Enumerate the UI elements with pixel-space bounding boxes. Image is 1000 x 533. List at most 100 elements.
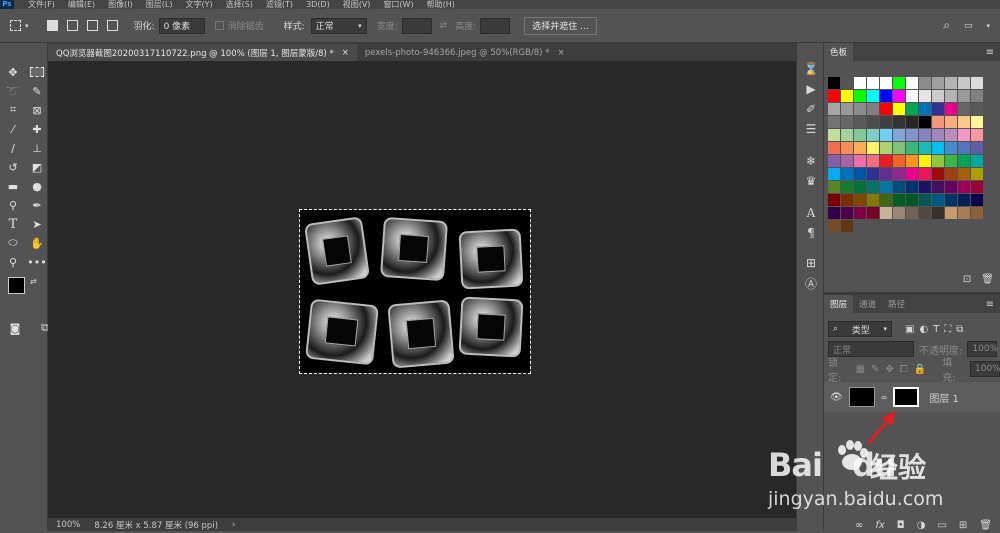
color-swatch[interactable]: [906, 155, 918, 167]
menu-item[interactable]: 选择(S): [226, 0, 253, 9]
color-swatch[interactable]: [932, 103, 944, 115]
eye-icon[interactable]: 👁: [830, 392, 843, 403]
color-swatch[interactable]: [945, 194, 957, 206]
menu-item[interactable]: 视图(V): [343, 0, 371, 9]
trash-icon[interactable]: 🗑: [981, 274, 994, 285]
color-swatch[interactable]: [841, 194, 853, 206]
quick-mask-icon[interactable]: ◙: [4, 319, 26, 337]
color-swatch[interactable]: [854, 103, 866, 115]
filter-type-icon[interactable]: T: [933, 324, 939, 335]
color-swatch[interactable]: [919, 142, 931, 154]
tab-channels[interactable]: 通道: [853, 295, 882, 313]
color-swatch[interactable]: [932, 155, 944, 167]
properties-icon[interactable]: ⊞: [797, 253, 825, 273]
color-swatch[interactable]: [828, 103, 840, 115]
color-swatch[interactable]: [906, 116, 918, 128]
color-swatch[interactable]: [880, 155, 892, 167]
color-swatch[interactable]: [945, 90, 957, 102]
color-swatch[interactable]: [958, 194, 970, 206]
close-icon[interactable]: ×: [342, 48, 349, 58]
color-swatch[interactable]: [880, 142, 892, 154]
color-swatch[interactable]: [867, 194, 879, 206]
filter-adjustment-icon[interactable]: ◐: [919, 324, 928, 335]
color-swatch[interactable]: [971, 129, 983, 141]
color-swatch[interactable]: [880, 77, 892, 89]
color-swatch[interactable]: [867, 142, 879, 154]
document-canvas[interactable]: [299, 209, 531, 374]
color-swatch[interactable]: [828, 116, 840, 128]
height-input[interactable]: [480, 17, 511, 34]
antialias-checkbox[interactable]: [214, 21, 224, 30]
history-icon[interactable]: ⌛: [797, 59, 825, 79]
more-tools-icon[interactable]: •••: [26, 253, 48, 271]
color-swatch[interactable]: [841, 220, 853, 232]
blur-tool-icon[interactable]: ●: [26, 177, 48, 195]
color-swatch[interactable]: [945, 142, 957, 154]
color-swatch[interactable]: [971, 155, 983, 167]
status-menu-arrow[interactable]: ›: [232, 520, 235, 530]
tab-swatches[interactable]: 色板: [824, 43, 854, 61]
color-swatch[interactable]: [958, 168, 970, 180]
close-icon[interactable]: ×: [557, 48, 564, 58]
color-swatch[interactable]: [867, 129, 879, 141]
color-swatch[interactable]: [854, 142, 866, 154]
color-swatch[interactable]: [945, 181, 957, 193]
fill-input[interactable]: 100%: [970, 361, 1000, 377]
add-mask-icon[interactable]: ◘: [897, 520, 905, 531]
zoom-tool-icon[interactable]: ⚲: [2, 253, 24, 271]
path-select-tool-icon[interactable]: ➤: [26, 215, 48, 233]
frame-tool-icon[interactable]: ⊠: [26, 101, 48, 119]
brush-tool-icon[interactable]: ∕: [2, 139, 24, 157]
color-swatch[interactable]: [828, 129, 840, 141]
color-swatch[interactable]: [971, 194, 983, 206]
color-swatch[interactable]: [906, 168, 918, 180]
color-swatch[interactable]: [867, 168, 879, 180]
color-swatch[interactable]: [893, 155, 905, 167]
color-swatch[interactable]: [958, 77, 970, 89]
character-icon[interactable]: A: [797, 203, 825, 223]
color-swatch[interactable]: [893, 103, 905, 115]
color-swatch[interactable]: [958, 103, 970, 115]
menu-item[interactable]: 图像(I): [108, 0, 133, 9]
shape-tool-icon[interactable]: ⬭: [2, 234, 24, 252]
feather-input[interactable]: 0 像素: [158, 17, 205, 34]
color-swatch[interactable]: [893, 90, 905, 102]
menu-item[interactable]: 编辑(E): [68, 0, 95, 9]
menu-item[interactable]: 3D(D): [306, 0, 330, 9]
color-swatch[interactable]: [854, 90, 866, 102]
lock-artboard-icon[interactable]: ⧠: [900, 364, 908, 375]
layer-name[interactable]: 图层 1: [929, 390, 959, 405]
layer-thumbnail[interactable]: [848, 387, 875, 407]
rect-marquee-tool-icon[interactable]: [26, 63, 48, 81]
layer-row[interactable]: 👁 ∞ 图层 1: [824, 382, 1000, 412]
select-and-mask-button[interactable]: 选择并遮住 ...: [524, 16, 597, 35]
color-swatch[interactable]: [919, 116, 931, 128]
color-swatch[interactable]: [867, 155, 879, 167]
color-swatch[interactable]: [880, 168, 892, 180]
lock-transparency-icon[interactable]: ▦: [856, 364, 865, 375]
panel-menu-icon[interactable]: ≡: [980, 43, 1000, 61]
color-swatch[interactable]: [919, 168, 931, 180]
color-swatch[interactable]: [919, 129, 931, 141]
color-swatch[interactable]: [958, 90, 970, 102]
color-swatch[interactable]: [828, 207, 840, 219]
color-swatch[interactable]: [919, 194, 931, 206]
eyedropper-tool-icon[interactable]: ⁄: [2, 120, 24, 138]
clone-stamp-tool-icon[interactable]: ⊥: [26, 139, 48, 157]
color-swatch[interactable]: [893, 142, 905, 154]
color-swatch[interactable]: [854, 181, 866, 193]
color-swatch[interactable]: [971, 181, 983, 193]
color-swatch[interactable]: [906, 129, 918, 141]
new-layer-icon[interactable]: ⊞: [959, 520, 967, 531]
subtract-selection-icon[interactable]: [86, 20, 98, 31]
color-swatch[interactable]: [828, 220, 840, 232]
color-swatch[interactable]: [932, 181, 944, 193]
menu-item[interactable]: 帮助(H): [427, 0, 455, 9]
color-swatch[interactable]: [854, 168, 866, 180]
color-swatch[interactable]: [893, 207, 905, 219]
color-swatch[interactable]: [906, 77, 918, 89]
color-swatch[interactable]: [828, 194, 840, 206]
lock-all-icon[interactable]: 🔒: [914, 364, 926, 375]
lock-pixels-icon[interactable]: ✎: [871, 364, 879, 375]
layer-mask-thumbnail[interactable]: [893, 387, 920, 407]
